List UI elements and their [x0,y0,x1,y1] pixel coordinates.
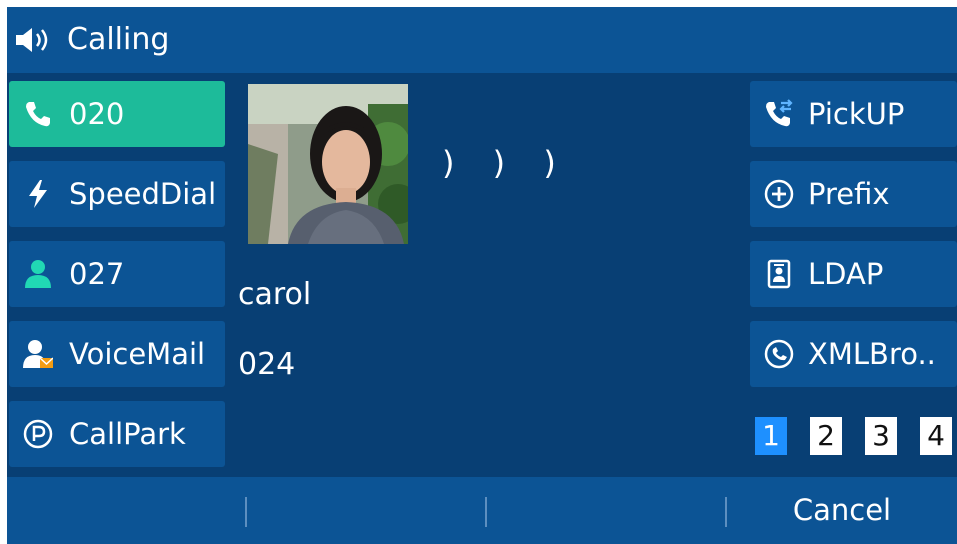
callee-name: carol [238,277,312,312]
callpark-key[interactable]: CallPark [9,401,225,467]
voicemail-key[interactable]: VoiceMail [9,321,225,387]
speeddial-key[interactable]: SpeedDial [9,161,225,227]
callee-number: 024 [238,347,296,382]
contact-photo [248,84,408,244]
plus-circle-icon [764,179,794,209]
park-icon [23,419,53,449]
phone-icon [26,102,50,127]
voicemail-label: VoiceMail [69,337,206,371]
page-3-button[interactable]: 3 [865,417,897,455]
xmlbrowser-key[interactable]: XMLBro.. [750,321,957,387]
pickup-icon [766,99,793,127]
phone-screen: Calling 020 SpeedDial 027 VoiceMail Call… [7,7,957,544]
cancel-softkey[interactable]: Cancel [727,477,957,544]
blf-key-label: 027 [69,257,125,291]
speeddial-label: SpeedDial [69,177,217,211]
blf-key-027[interactable]: 027 [9,241,225,307]
softkey-bar: Cancel [7,477,957,544]
line-key-label: 020 [69,97,125,131]
xmlbrowser-label: XMLBro.. [808,337,936,371]
status-bar: Calling [7,7,957,73]
page-2-button[interactable]: 2 [810,417,842,455]
person-icon [25,260,51,288]
ringing-indicator: ) ) ) [442,144,570,182]
softkey-3[interactable] [487,477,727,544]
ldap-key[interactable]: LDAP [750,241,957,307]
softkey-1[interactable] [7,477,247,544]
prefix-label: Prefix [808,177,890,211]
pickup-key[interactable]: PickUP [750,81,957,147]
page-4-button[interactable]: 4 [920,417,952,455]
lightning-icon [29,180,47,208]
page-1-button[interactable]: 1 [755,417,787,455]
contact-card-icon [767,259,791,289]
ldap-label: LDAP [808,257,884,291]
pickup-label: PickUP [808,97,905,131]
prefix-key[interactable]: Prefix [750,161,957,227]
voicemail-person-icon [23,340,53,368]
speaker-icon [16,28,48,52]
line-key-020[interactable]: 020 [9,81,225,147]
callpark-label: CallPark [69,417,186,451]
softkey-2[interactable] [247,477,487,544]
xml-browser-icon [764,339,794,369]
call-state-title: Calling [67,22,170,57]
